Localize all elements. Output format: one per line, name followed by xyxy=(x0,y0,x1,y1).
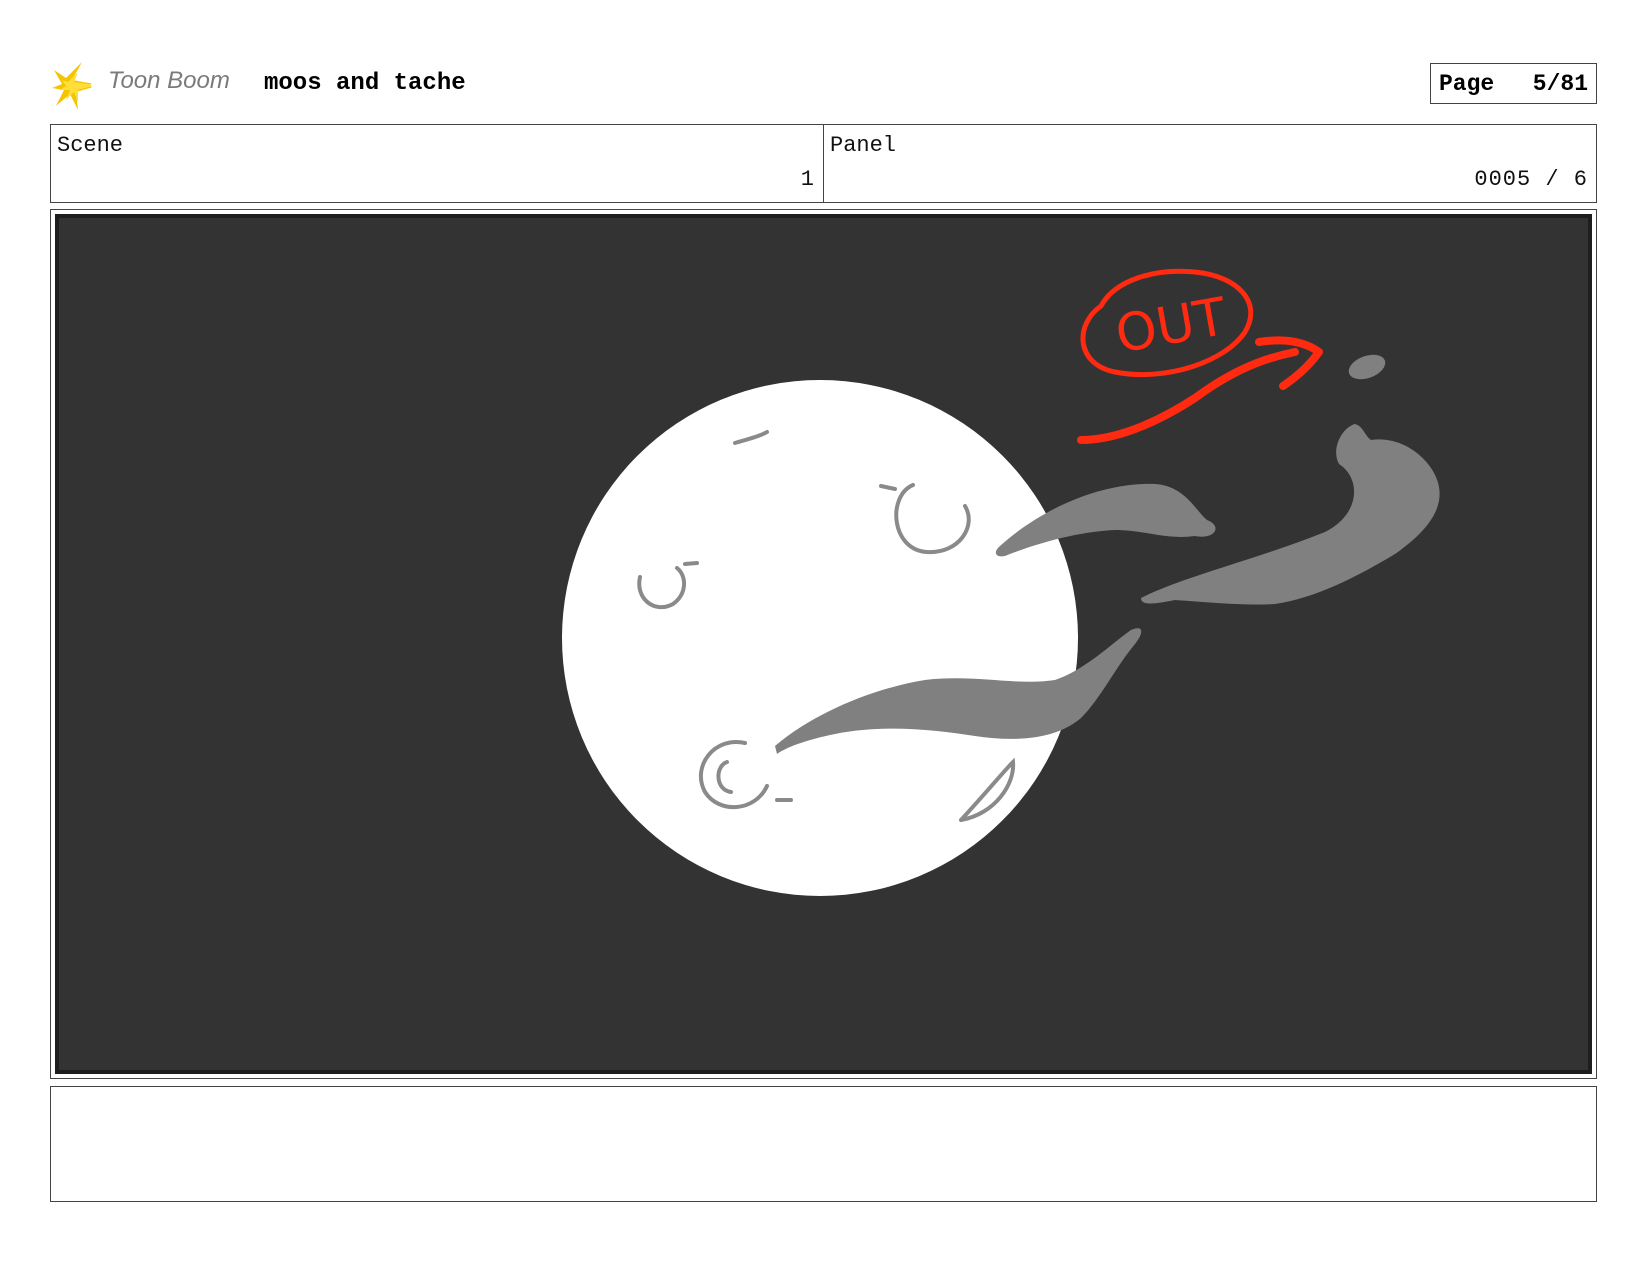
scene-cell: Scene 1 xyxy=(51,125,823,202)
project-title: moos and tache xyxy=(264,70,466,97)
toon-boom-logo: Toon Boom xyxy=(52,58,252,112)
panel-value: 0005 / 6 xyxy=(1474,167,1588,192)
panel-notes xyxy=(50,1086,1597,1202)
scene-panel-info: Scene 1 Panel 0005 / 6 xyxy=(50,124,1597,203)
scene-value: 1 xyxy=(800,167,815,192)
panel-artwork: OUT xyxy=(55,214,1592,1074)
panel-cell: Panel 0005 / 6 xyxy=(823,125,1596,202)
logo-wordmark: Toon Boom xyxy=(108,67,230,94)
moon xyxy=(562,380,1078,896)
scene-label: Scene xyxy=(57,133,124,158)
panel-label: Panel xyxy=(830,133,897,158)
starburst-icon xyxy=(52,62,101,110)
page-value: 5/81 xyxy=(1532,70,1588,97)
storyboard-panel: OUT xyxy=(50,209,1597,1079)
page-indicator: Page 5/81 xyxy=(1430,63,1597,104)
page-label: Page xyxy=(1439,70,1495,97)
